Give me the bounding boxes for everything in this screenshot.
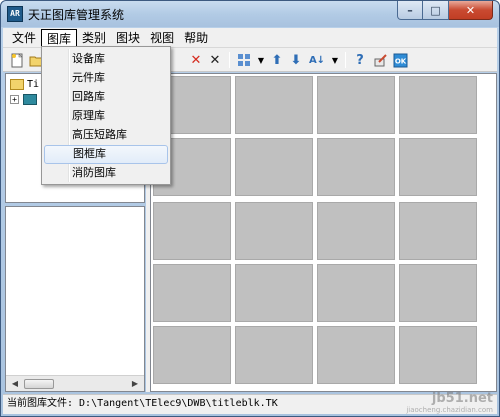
ok-icon[interactable]: OK — [392, 52, 408, 68]
scroll-right-icon[interactable]: ▶ — [128, 378, 142, 390]
delete-red-icon[interactable]: ✕ — [188, 52, 204, 68]
thumbnail-cell[interactable] — [235, 326, 313, 384]
status-text: 当前图库文件: D:\Tangent\TElec9\DWB\titleblk.T… — [7, 398, 278, 409]
folder-icon — [10, 78, 24, 90]
thumbnail-cell[interactable] — [317, 76, 395, 134]
move-up-icon[interactable]: ⬆ — [269, 52, 285, 68]
dropdown-arrow-icon[interactable]: ▼ — [253, 52, 269, 68]
thumbnail-cell[interactable] — [235, 76, 313, 134]
thumbnail-cell[interactable] — [317, 202, 395, 260]
title-bar[interactable]: AR 天正图库管理系统 – □ ✕ — [1, 1, 499, 27]
sort-icon[interactable]: A↓ — [309, 52, 325, 68]
scroll-left-icon[interactable]: ◀ — [8, 378, 22, 390]
thumbnail-cell[interactable] — [317, 138, 395, 196]
new-icon[interactable] — [9, 52, 25, 68]
thumbnail-cell[interactable] — [235, 264, 313, 322]
thumbnail-grid — [150, 73, 497, 392]
dropdown-arrow-icon[interactable]: ▼ — [327, 52, 343, 68]
node-icon — [23, 93, 37, 105]
move-down-icon[interactable]: ⬇ — [288, 52, 304, 68]
menu-item-circuit-library[interactable]: 回路库 — [44, 88, 168, 107]
library-menu-dropdown: 设备库 元件库 回路库 原理库 高压短路库 图框库 消防图库 — [41, 46, 171, 185]
window-controls: – □ ✕ — [397, 1, 493, 20]
thumbnail-cell[interactable] — [153, 202, 231, 260]
scroll-thumb[interactable] — [24, 379, 54, 389]
menu-item-component-library[interactable]: 元件库 — [44, 69, 168, 88]
delete-black-icon[interactable]: ✕ — [207, 52, 223, 68]
menu-item-schematic-library[interactable]: 原理库 — [44, 107, 168, 126]
menu-item-device-library[interactable]: 设备库 — [44, 50, 168, 69]
view-grid-icon[interactable] — [236, 52, 252, 68]
toolbar-separator — [229, 52, 230, 68]
menu-category[interactable]: 类别 — [77, 29, 111, 47]
close-button[interactable]: ✕ — [449, 1, 493, 20]
thumbnail-cell[interactable] — [399, 138, 477, 196]
menu-view[interactable]: 视图 — [145, 29, 179, 47]
thumbnail-cell[interactable] — [153, 326, 231, 384]
menu-block[interactable]: 图块 — [111, 29, 145, 47]
watermark-text: jb51.net — [431, 391, 493, 406]
help-icon[interactable]: ? — [352, 52, 368, 68]
preview-pane: ◀ ▶ — [5, 206, 145, 392]
thumbnail-cell[interactable] — [153, 264, 231, 322]
maximize-button[interactable]: □ — [423, 1, 449, 20]
thumbnail-cell[interactable] — [399, 202, 477, 260]
menu-bar: 文件 图库 类别 图块 视图 帮助 — [3, 28, 497, 48]
app-window: AR 天正图库管理系统 – □ ✕ 文件 图库 类别 图块 视图 帮助 ✕ ✕ … — [0, 0, 500, 417]
menu-library[interactable]: 图库 — [41, 28, 78, 47]
tree-root[interactable]: Ti — [10, 77, 39, 91]
app-icon: AR — [7, 6, 23, 22]
window-title: 天正图库管理系统 — [28, 8, 125, 22]
thumbnail-cell[interactable] — [235, 202, 313, 260]
menu-file[interactable]: 文件 — [7, 29, 41, 47]
menu-item-hv-shortcircuit-library[interactable]: 高压短路库 — [44, 126, 168, 145]
horizontal-scrollbar[interactable]: ◀ ▶ — [6, 375, 144, 391]
tree-node[interactable]: + — [10, 92, 40, 106]
thumbnail-cell[interactable] — [399, 76, 477, 134]
thumbnail-cell[interactable] — [235, 138, 313, 196]
minimize-button[interactable]: – — [397, 1, 423, 20]
thumbnail-cell[interactable] — [317, 326, 395, 384]
thumbnail-cell[interactable] — [399, 264, 477, 322]
expand-icon[interactable]: + — [10, 94, 19, 104]
menu-item-fire-library[interactable]: 消防图库 — [44, 164, 168, 183]
tree-root-label: Ti — [27, 78, 40, 90]
watermark-subtext: jiaocheng.chazidian.com — [406, 406, 493, 414]
svg-text:OK: OK — [394, 57, 406, 65]
menu-help[interactable]: 帮助 — [179, 29, 213, 47]
menu-item-frame-library[interactable]: 图框库 — [44, 145, 168, 164]
thumbnail-cell[interactable] — [317, 264, 395, 322]
watermark: jb51.net jiaocheng.chazidian.com — [406, 391, 493, 414]
toolbar-separator — [345, 52, 346, 68]
edit-icon[interactable] — [372, 52, 388, 68]
thumbnail-cell[interactable] — [399, 326, 477, 384]
